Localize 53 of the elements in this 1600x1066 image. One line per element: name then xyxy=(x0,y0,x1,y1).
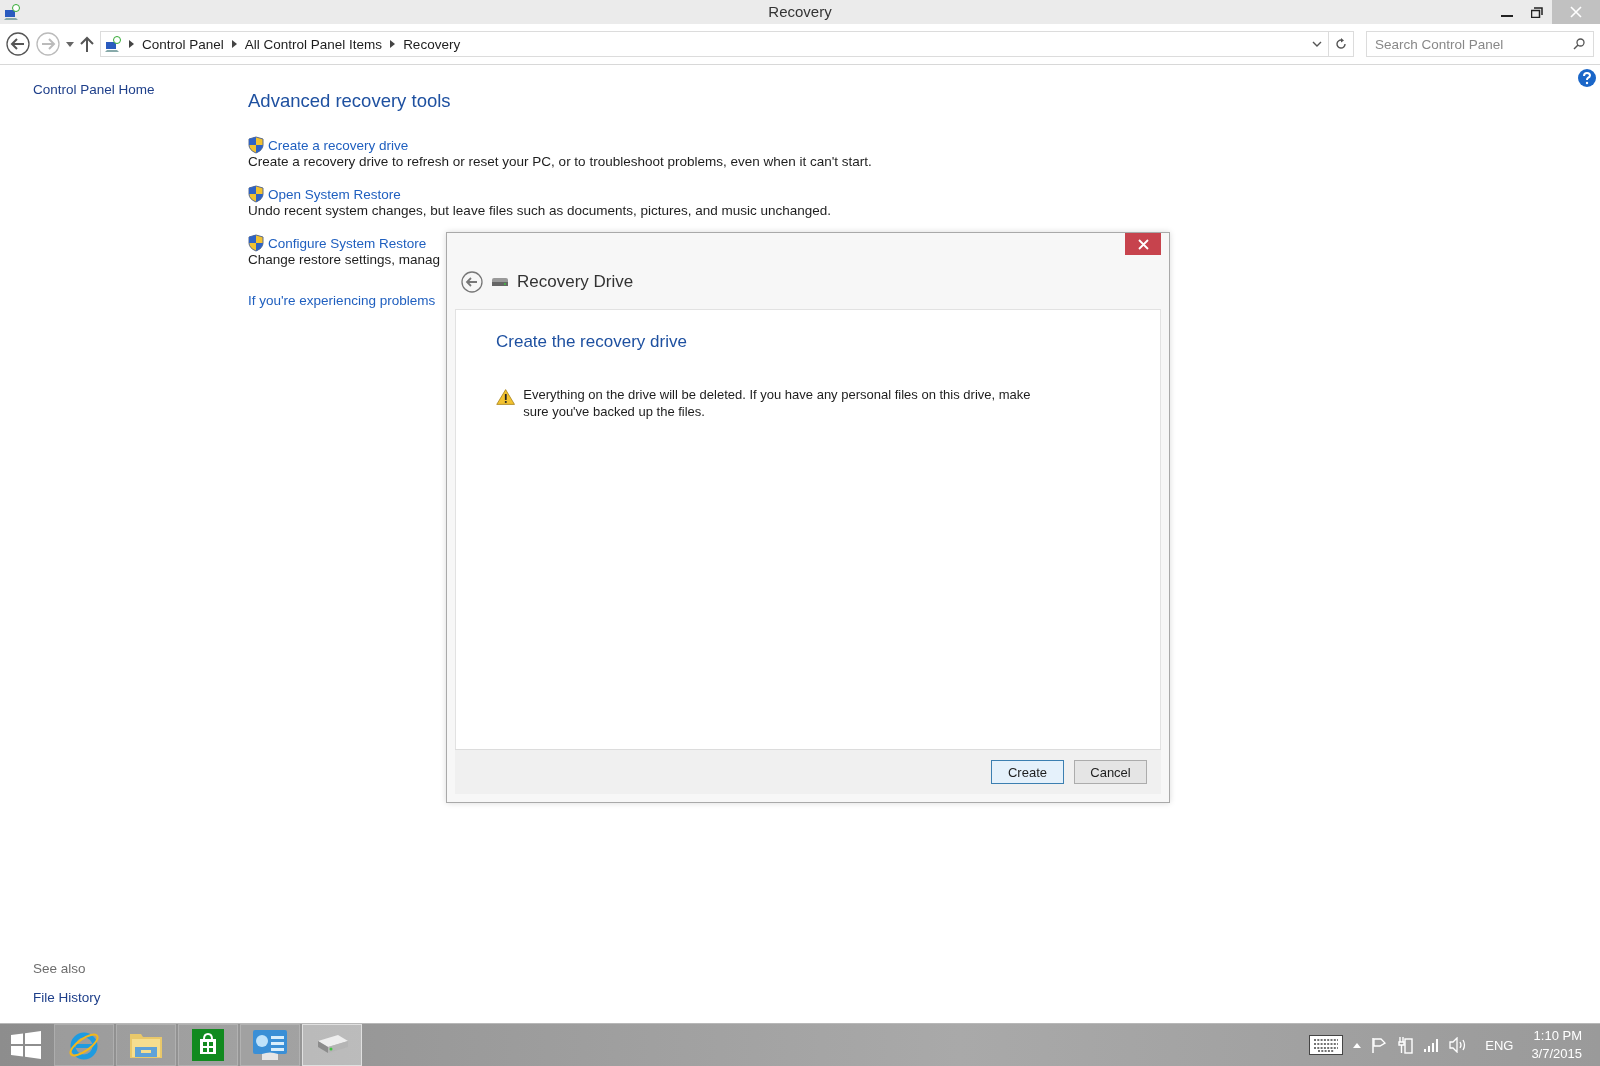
control-panel-icon xyxy=(105,36,121,52)
battery-icon[interactable] xyxy=(1397,1036,1414,1054)
caret-up-icon[interactable] xyxy=(1353,1042,1362,1048)
restore-button[interactable] xyxy=(1531,6,1543,18)
dropdown-caret-icon[interactable] xyxy=(66,41,74,47)
signal-icon[interactable] xyxy=(1423,1038,1440,1052)
nav-link[interactable]: File History xyxy=(33,990,101,1005)
warning-message: Everything on the drive will be deleted. If you have any personal files on this drive, make sure you've backed up the files. xyxy=(523,386,1032,420)
close-icon xyxy=(1137,238,1149,250)
task-description: Create a recovery drive to refresh or reset your PC, or to troubleshoot problems, even when it can't start. xyxy=(248,154,872,169)
store-icon[interactable] xyxy=(192,1029,224,1061)
breadcrumb[interactable]: Control Panel xyxy=(142,36,224,52)
back-icon[interactable] xyxy=(461,271,483,293)
task-link[interactable]: Create a recovery drive xyxy=(268,137,409,153)
dropdown-caret-icon[interactable] xyxy=(1312,41,1322,47)
breadcrumb[interactable]: All Control Panel Items xyxy=(244,36,383,52)
task-link[interactable]: Open System Restore xyxy=(268,186,401,202)
section-label: See also xyxy=(33,961,87,976)
chevron-icon xyxy=(231,40,237,48)
dialog-title: Recovery Drive xyxy=(517,272,634,292)
chevron-icon xyxy=(390,40,396,48)
keyboard-icon[interactable] xyxy=(1309,1035,1344,1055)
breadcrumb[interactable]: Recovery xyxy=(403,36,461,52)
control-panel-icon xyxy=(4,4,20,20)
flag-icon[interactable] xyxy=(1371,1037,1388,1053)
page-heading: Advanced recovery tools xyxy=(248,90,452,112)
warning-icon xyxy=(496,386,516,408)
close-button[interactable] xyxy=(1125,233,1161,255)
control-panel-icon[interactable] xyxy=(252,1029,288,1061)
close-icon xyxy=(1570,6,1582,18)
search-field[interactable]: Search Control Panel xyxy=(1366,31,1594,57)
shield-icon xyxy=(248,185,264,203)
back-icon[interactable] xyxy=(6,32,30,56)
search-icon[interactable] xyxy=(1573,38,1585,50)
task-description: Change restore settings, manag xyxy=(248,252,441,267)
dialog-button[interactable]: Cancel xyxy=(1074,760,1147,784)
dialog-heading: Create the recovery drive xyxy=(496,332,688,352)
shield-icon xyxy=(248,136,264,154)
refresh-icon[interactable] xyxy=(1335,38,1347,50)
drive-icon xyxy=(491,277,509,287)
nav-link[interactable]: Control Panel Home xyxy=(33,82,248,97)
address-bar[interactable]: Control Panel All Control Panel Items Recovery xyxy=(100,31,1354,57)
task-link[interactable]: Configure System Restore xyxy=(268,235,427,251)
window-title: Recovery xyxy=(768,3,832,20)
up-arrow-icon[interactable] xyxy=(80,36,94,52)
chevron-icon xyxy=(129,40,134,48)
speaker-icon[interactable] xyxy=(1449,1037,1468,1053)
windows-logo-icon[interactable] xyxy=(11,1031,41,1059)
shield-icon xyxy=(248,234,264,252)
dialog-button[interactable]: Create xyxy=(991,760,1064,784)
task-description: Undo recent system changes, but leave files such as documents, pictures, and music unchanged. xyxy=(248,203,832,218)
help-link[interactable]: If you're experiencing problems xyxy=(248,293,436,308)
help-icon[interactable] xyxy=(1578,69,1596,87)
